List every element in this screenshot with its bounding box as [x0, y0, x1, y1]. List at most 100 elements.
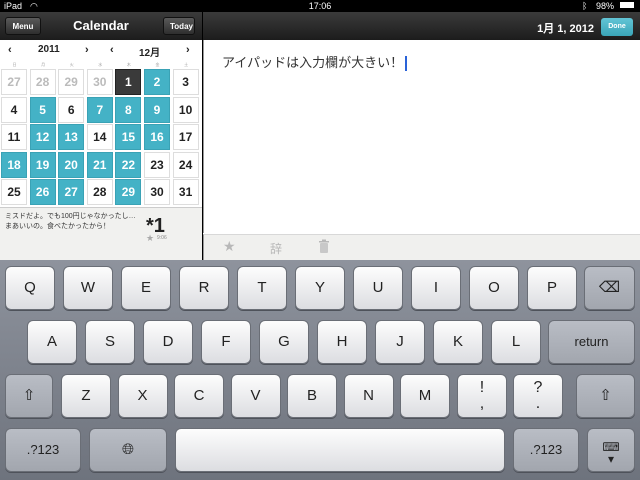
calendar-day[interactable]: 7 [86, 96, 113, 123]
bluetooth-icon: ᛒ [582, 1, 588, 11]
note-preview[interactable]: ミスドだよ。でも100円じゃなかったし…まあいいの。食べたかったから！ *1 ★… [0, 207, 202, 261]
shift-key-left[interactable]: ⇧ [5, 374, 53, 418]
text-caret [405, 56, 408, 72]
battery-percent: 98% [596, 1, 615, 11]
done-button[interactable]: Done [601, 18, 633, 36]
calendar-day[interactable]: 20 [58, 151, 85, 178]
weekday-label: 金 [155, 62, 160, 67]
calendar-day[interactable]: 10 [172, 96, 199, 123]
key-t[interactable]: T [237, 266, 287, 310]
key-o[interactable]: O [469, 266, 519, 310]
calendar-day[interactable]: 3 [172, 69, 199, 95]
key-x[interactable]: X [117, 374, 168, 418]
calendar-day[interactable]: 13 [58, 124, 85, 150]
next-year-button[interactable]: › [85, 44, 89, 56]
calendar-day[interactable]: 28 [29, 69, 56, 95]
prev-month-button[interactable]: ‹ [110, 44, 114, 56]
calendar-day[interactable]: 8 [115, 96, 142, 123]
weekday-label: 木 [126, 62, 131, 67]
onscreen-keyboard: Q W E R T Y U I O P ⌫ A S D F G H J K Lreturn ⇧ Z X C V B N M!,?. ⇧.… [0, 260, 640, 480]
space-key[interactable] [175, 428, 505, 472]
key-n[interactable]: N [343, 374, 394, 418]
key-b[interactable]: B [287, 374, 337, 418]
calendar-day[interactable]: 1 [115, 69, 142, 95]
note-star-icon: ★ [146, 233, 155, 243]
calendar-day[interactable]: 29 [58, 69, 85, 95]
calendar-day[interactable]: 2 [144, 69, 170, 95]
numbers-key-right[interactable]: .?123 [513, 428, 579, 472]
calendar-day[interactable]: 11 [1, 124, 27, 150]
key-p[interactable]: P [527, 266, 577, 310]
calendar-day[interactable]: 26 [29, 179, 56, 205]
punct-key[interactable]: ?. [513, 374, 563, 418]
calendar-day[interactable]: 24 [172, 151, 199, 178]
calendar-day[interactable]: 16 [144, 124, 170, 150]
key-q[interactable]: Q [5, 266, 55, 310]
next-month-button[interactable]: › [186, 44, 190, 56]
key-y[interactable]: Y [295, 266, 345, 310]
text-editor[interactable]: アイパッドは入力欄が大きい！ [203, 40, 640, 233]
key-s[interactable]: S [85, 320, 135, 364]
key-r[interactable]: R [179, 266, 229, 310]
key-w[interactable]: W [63, 266, 113, 310]
key-c[interactable]: C [174, 374, 224, 418]
calendar-day[interactable]: 21 [86, 151, 113, 178]
key-a[interactable]: A [27, 320, 77, 364]
punct-top: ? [533, 379, 543, 396]
shift-icon: ⇧ [599, 387, 612, 404]
key-i[interactable]: I [411, 266, 461, 310]
calendar-day[interactable]: 14 [86, 124, 113, 150]
weekday-label: 土 [184, 62, 189, 67]
calendar-day[interactable]: 27 [58, 179, 85, 205]
shift-key-right[interactable]: ⇧ [576, 374, 635, 418]
punct-key[interactable]: !, [457, 374, 507, 418]
weekday-row: 日月火水木金土 [0, 62, 202, 68]
key-l[interactable]: L [491, 320, 541, 364]
key-m[interactable]: M [400, 374, 450, 418]
prev-year-button[interactable]: ‹ [8, 44, 12, 56]
calendar-day[interactable]: 6 [58, 96, 85, 123]
return-key[interactable]: return [548, 320, 635, 364]
star-icon[interactable]: ★ [223, 238, 236, 255]
trash-icon[interactable] [318, 239, 330, 256]
calendar-panel: Menu Calendar Today ‹ 2011 › ‹ 12月 › 日月火… [0, 12, 202, 261]
key-g[interactable]: G [259, 320, 309, 364]
shift-icon: ⇧ [22, 387, 36, 404]
calendar-day[interactable]: 27 [1, 69, 27, 95]
punct-top: ! [479, 379, 485, 396]
calendar-day[interactable]: 17 [172, 124, 199, 150]
key-j[interactable]: J [375, 320, 425, 364]
calendar-day[interactable]: 9 [144, 96, 170, 123]
calendar-day[interactable]: 4 [1, 96, 27, 123]
key-e[interactable]: E [121, 266, 171, 310]
calendar-day[interactable]: 29 [115, 179, 142, 205]
dictionary-icon[interactable]: 辞 [270, 240, 282, 257]
backspace-key[interactable]: ⌫ [584, 266, 635, 310]
calendar-day[interactable]: 28 [86, 179, 113, 205]
key-u[interactable]: U [353, 266, 403, 310]
editor-toolbar: ★ 辞 [203, 234, 640, 260]
editor-content[interactable]: アイパッドは入力欄が大きい！ [222, 52, 408, 72]
numbers-key-left[interactable]: .?123 [5, 428, 81, 472]
calendar-day[interactable]: 15 [115, 124, 142, 150]
calendar-day[interactable]: 19 [29, 151, 56, 178]
calendar-day[interactable]: 30 [86, 69, 113, 95]
hide-keyboard-key[interactable]: ⌨ ▾ [587, 428, 635, 472]
calendar-day[interactable]: 5 [29, 96, 56, 123]
key-d[interactable]: D [143, 320, 193, 364]
key-h[interactable]: H [317, 320, 367, 364]
calendar-day[interactable]: 23 [144, 151, 170, 178]
calendar-day[interactable]: 31 [172, 179, 199, 205]
calendar-day[interactable]: 25 [1, 179, 27, 205]
calendar-day[interactable]: 12 [29, 124, 56, 150]
calendar-day[interactable]: 18 [1, 151, 27, 178]
calendar-day[interactable]: 30 [144, 179, 170, 205]
today-button[interactable]: Today [163, 17, 195, 35]
key-v[interactable]: V [230, 374, 281, 418]
calendar-day[interactable]: 22 [115, 151, 142, 178]
month-navigator: ‹ 2011 › ‹ 12月 › [0, 40, 202, 62]
globe-key[interactable]: 🌐︎ [89, 428, 167, 472]
key-z[interactable]: Z [61, 374, 111, 418]
key-f[interactable]: F [201, 320, 251, 364]
key-k[interactable]: K [433, 320, 483, 364]
